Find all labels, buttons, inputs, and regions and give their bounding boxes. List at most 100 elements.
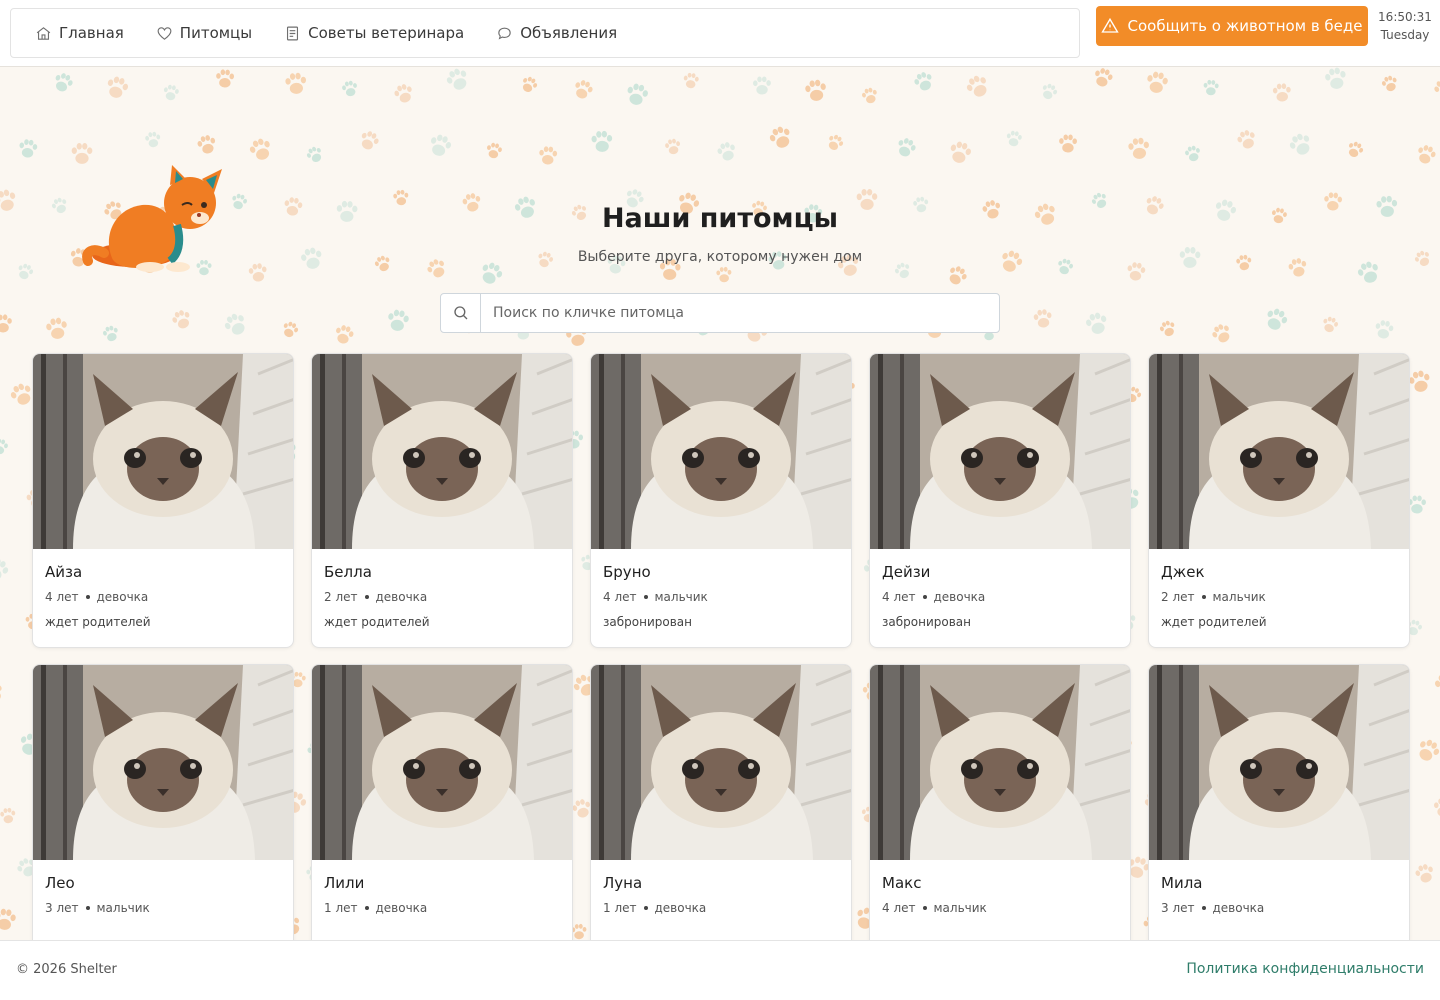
pet-card-body: Луна 1 лет девочка [591, 860, 851, 916]
pet-photo [591, 665, 851, 860]
pet-card[interactable]: Мила 3 лет девочка [1148, 664, 1410, 940]
nav-item-ads[interactable]: Объявления [496, 24, 617, 42]
pet-card[interactable]: Лили 1 лет девочка [311, 664, 573, 940]
pet-card-body: Джек 2 лет мальчик ждет родителей [1149, 549, 1409, 630]
pet-card[interactable]: Белла 2 лет девочка ждет родителей [311, 353, 573, 648]
pet-sex: девочка [375, 590, 428, 604]
pet-meta: 1 лет девочка [603, 900, 839, 916]
bullet-dot [643, 906, 648, 910]
bullet-dot [1201, 595, 1206, 599]
pet-card-body: Лео 3 лет мальчик [33, 860, 293, 916]
paw-print [1433, 798, 1440, 817]
paw-print [1127, 136, 1151, 160]
search-input[interactable] [481, 294, 999, 332]
paw-print [196, 133, 218, 156]
paw-print [1039, 81, 1060, 102]
paw-print [1373, 319, 1395, 340]
privacy-policy-link[interactable]: Политика конфиденциальности [1186, 961, 1424, 977]
paw-print [280, 319, 301, 340]
clock-day: Tuesday [1380, 28, 1430, 42]
paw-print [1320, 315, 1340, 335]
pet-photo [33, 354, 293, 549]
pet-card[interactable]: Джек 2 лет мальчик ждет родителей [1148, 353, 1410, 648]
pet-photo [870, 354, 1130, 549]
pet-name: Айза [45, 563, 83, 581]
paw-print [333, 323, 356, 346]
paw-print [1414, 143, 1438, 166]
paw-print [1158, 318, 1178, 339]
pet-name: Мила [1161, 874, 1203, 892]
paw-print [571, 78, 595, 102]
paw-print [247, 136, 275, 163]
paw-print [947, 139, 973, 166]
paw-print [1005, 130, 1023, 148]
paw-print [1414, 736, 1440, 765]
pet-age: 3 лет [1161, 901, 1195, 915]
paw-print [247, 262, 268, 283]
footer: © 2026 Shelter Политика конфиденциальнос… [0, 940, 1440, 1000]
paw-print [1145, 70, 1170, 95]
paw-print [752, 76, 772, 95]
search-icon [453, 306, 467, 320]
paw-print [392, 82, 416, 105]
paw-print [538, 145, 558, 166]
paw-print [0, 67, 3, 88]
pet-status: ждет родителей [1161, 615, 1267, 629]
paw-print [1433, 671, 1440, 698]
pet-card[interactable]: Макс 4 лет мальчик [869, 664, 1131, 940]
paw-print [1084, 310, 1110, 337]
pet-meta: 1 лет девочка [324, 900, 560, 916]
pet-photo [1149, 354, 1409, 549]
pet-card[interactable]: Луна 1 лет девочка [590, 664, 852, 940]
bullet-dot [922, 906, 927, 910]
pet-card[interactable]: Бруно 4 лет мальчик забронирован [590, 353, 852, 648]
paw-print [357, 128, 382, 153]
paw-print [1407, 495, 1427, 514]
paw-print [0, 314, 13, 333]
pet-card[interactable]: Лео 3 лет мальчик [32, 664, 294, 940]
paw-print [51, 70, 75, 95]
clock-time: 16:50:31 [1378, 10, 1432, 24]
paw-print [715, 140, 739, 163]
pet-sex: девочка [1212, 901, 1265, 915]
paw-print [1286, 130, 1315, 159]
nav-item-home[interactable]: Главная [35, 24, 124, 42]
paw-print [170, 307, 194, 332]
search-icon-container [441, 294, 481, 332]
paw-print [591, 130, 613, 153]
paw-print [804, 78, 828, 103]
bullet-dot [364, 595, 369, 599]
pet-sex: мальчик [933, 901, 987, 915]
paw-print [716, 266, 732, 283]
pet-card-body: Белла 2 лет девочка ждет родителей [312, 549, 572, 630]
pet-card-body: Айза 4 лет девочка ждет родителей [33, 549, 293, 630]
paw-print [1407, 368, 1433, 394]
paw-print [519, 74, 540, 95]
paw-print [18, 138, 39, 159]
page-title: Наши питомцы [601, 203, 839, 234]
pet-sex: девочка [96, 590, 149, 604]
paw-print [824, 132, 846, 153]
bullet-dot [643, 595, 648, 599]
pet-status: забронирован [603, 615, 692, 629]
pet-meta: 3 лет мальчик [45, 900, 281, 916]
pet-age: 1 лет [324, 901, 358, 915]
paw-print [1183, 144, 1202, 163]
paw-print [1262, 305, 1290, 334]
nav-item-vet-tips[interactable]: Советы ветеринара [284, 24, 464, 42]
nav-item-pets[interactable]: Питомцы [156, 24, 252, 42]
paw-print [284, 72, 308, 95]
pet-card[interactable]: Айза 4 лет девочка ждет родителей [32, 353, 294, 648]
pet-meta: 3 лет девочка [1161, 900, 1397, 916]
paw-print [945, 263, 970, 288]
nav-item-label: Главная [59, 24, 124, 42]
pet-card[interactable]: Дейзи 4 лет девочка забронирован [869, 353, 1131, 648]
pet-sex: девочка [933, 590, 986, 604]
pet-age: 1 лет [603, 901, 637, 915]
paw-print [386, 308, 410, 333]
paw-print [860, 86, 880, 105]
pet-photo [591, 354, 851, 549]
pet-name: Белла [324, 563, 372, 581]
report-animal-button[interactable]: Сообщить о животном в беде [1096, 6, 1368, 46]
nav-item-label: Объявления [520, 24, 618, 42]
